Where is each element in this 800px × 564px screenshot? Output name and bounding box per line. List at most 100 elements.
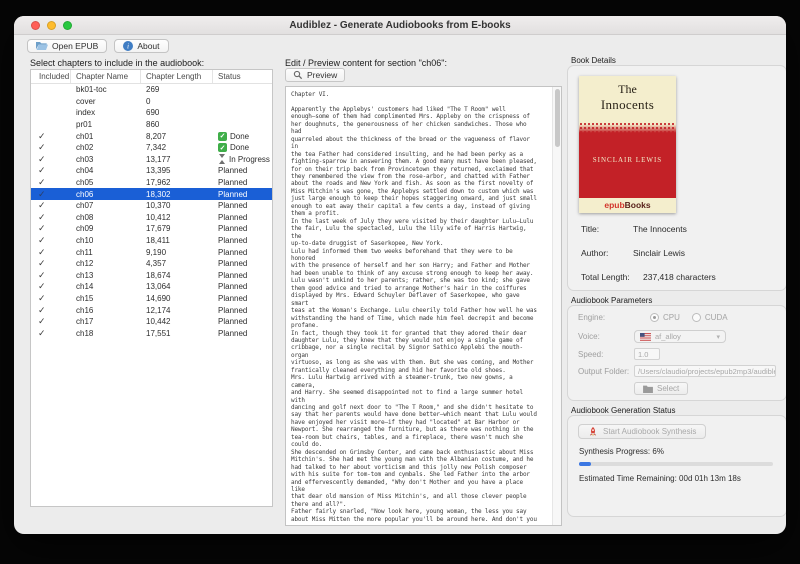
chapter-name: ch14 [71,282,141,291]
parameters-heading: Audiobook Parameters [571,296,652,305]
chapter-name: pr01 [71,120,141,129]
status-label: Planned [218,329,247,338]
engine-label: Engine: [578,313,634,322]
table-row[interactable]: ✓ ch06 18,302 Planned [31,188,272,200]
table-row[interactable]: ✓ ch13 18,674 Planned [31,270,272,282]
open-folder-icon [36,41,48,51]
chapter-name: ch07 [71,201,141,210]
table-row[interactable]: cover 0 [31,96,272,108]
table-row[interactable]: ✓ ch04 13,395 Planned [31,165,272,177]
output-folder-field[interactable]: /Users/claudio/projects/epub2mp3/audible… [634,365,776,377]
included-check[interactable]: ✓ [31,305,71,316]
cover-title-line2: Innocents [579,97,676,113]
included-check[interactable]: ✓ [31,316,71,327]
status-label: Done [230,132,249,141]
voice-label: Voice: [578,332,634,341]
zoom-button[interactable] [63,21,72,30]
table-row[interactable]: ✓ ch07 10,370 Planned [31,200,272,212]
table-row[interactable]: ✓ ch12 4,357 Planned [31,258,272,270]
engine-radio-cpu[interactable]: CPU [650,313,680,322]
table-row[interactable]: ✓ ch10 18,411 Planned [31,235,272,247]
close-button[interactable] [31,21,40,30]
preview-textarea[interactable]: Chapter VI. Apparently the Applebys' cus… [285,86,562,526]
included-check[interactable]: ✓ [31,258,71,269]
chapter-name: cover [71,97,141,106]
column-status[interactable]: Status [213,70,272,83]
radio-icon[interactable] [692,313,701,322]
table-row[interactable]: ✓ ch03 13,177 In Progress [31,154,272,166]
title-value: The Innocents [633,224,687,234]
chapter-length: 17,551 [141,329,213,338]
chapter-name: ch15 [71,294,141,303]
included-check[interactable]: ✓ [31,247,71,258]
table-row[interactable]: ✓ ch01 8,207 ✓ Done [31,130,272,142]
preview-button[interactable]: Preview [285,68,345,82]
table-row[interactable]: ✓ ch11 9,190 Planned [31,246,272,258]
chapter-length: 18,674 [141,271,213,280]
table-row[interactable]: ✓ ch15 14,690 Planned [31,293,272,305]
book-cover-image: The Innocents SINCLAIR LEWIS epubBooks [579,76,676,213]
status-cell: Planned [213,259,272,268]
table-row[interactable]: ✓ ch14 13,064 Planned [31,281,272,293]
included-check[interactable]: ✓ [31,223,71,234]
status-cell: Planned [213,213,272,222]
chapter-length: 12,174 [141,306,213,315]
about-button[interactable]: i About [114,39,168,53]
included-check[interactable]: ✓ [31,293,71,304]
table-row[interactable]: ✓ ch09 17,679 Planned [31,223,272,235]
speed-field[interactable]: 1.0 [634,348,660,360]
status-cell: Planned [213,178,272,187]
preview-scrollbar-thumb[interactable] [555,89,560,147]
chapter-length: 14,690 [141,294,213,303]
table-row[interactable]: ✓ ch16 12,174 Planned [31,304,272,316]
select-folder-button[interactable]: Select [634,382,688,395]
included-check[interactable]: ✓ [31,154,71,165]
column-chapter-length[interactable]: Chapter Length [141,70,213,83]
column-included[interactable]: Included [31,70,71,83]
status-label: Planned [218,213,247,222]
included-check[interactable]: ✓ [31,200,71,211]
chapter-table[interactable]: Included Chapter Name Chapter Length Sta… [30,69,273,507]
table-row[interactable]: ✓ ch02 7,342 ✓ Done [31,142,272,154]
table-row[interactable]: bk01-toc 269 [31,84,272,96]
status-cell: In Progress [213,154,272,164]
included-check[interactable]: ✓ [31,189,71,200]
voice-dropdown[interactable]: af_alloy ▾ [634,330,726,343]
included-check[interactable]: ✓ [31,212,71,223]
minimize-button[interactable] [47,21,56,30]
table-row[interactable]: index 690 [31,107,272,119]
included-check[interactable]: ✓ [31,281,71,292]
included-check[interactable]: ✓ [31,142,71,153]
status-cell: Planned [213,271,272,280]
preview-text[interactable]: Chapter VI. Apparently the Applebys' cus… [291,91,549,523]
parameters-box: Engine: CPU CUDA Voice: af_alloy ▾ [567,305,786,401]
radio-icon[interactable] [650,313,659,322]
preview-scrollbar[interactable] [552,87,561,525]
chapter-table-body: bk01-toc 269 cover 0 index 690 p [31,84,272,339]
status-label: Done [230,143,249,152]
included-check[interactable]: ✓ [31,235,71,246]
status-label: In Progress [229,155,270,164]
speed-label: Speed: [578,350,634,359]
svg-text:i: i [127,42,129,51]
generation-status-heading: Audiobook Generation Status [571,406,676,415]
start-synthesis-button[interactable]: Start Audiobook Synthesis [578,424,706,439]
included-check[interactable]: ✓ [31,270,71,281]
included-check[interactable]: ✓ [31,131,71,142]
table-row[interactable]: ✓ ch08 10,412 Planned [31,212,272,224]
column-chapter-name[interactable]: Chapter Name [71,70,141,83]
status-label: Planned [218,201,247,210]
table-row[interactable]: ✓ ch18 17,551 Planned [31,327,272,339]
status-cell: ✓ Done [213,143,272,152]
included-check[interactable]: ✓ [31,165,71,176]
table-row[interactable]: ✓ ch17 10,442 Planned [31,316,272,328]
engine-radio-cuda[interactable]: CUDA [692,313,728,322]
done-check-icon: ✓ [218,132,227,141]
hourglass-icon [218,154,226,164]
table-row[interactable]: ✓ ch05 17,962 Planned [31,177,272,189]
open-epub-button[interactable]: Open EPUB [27,39,107,53]
included-check[interactable]: ✓ [31,177,71,188]
status-label: Planned [218,178,247,187]
table-row[interactable]: pr01 860 [31,119,272,131]
included-check[interactable]: ✓ [31,328,71,339]
